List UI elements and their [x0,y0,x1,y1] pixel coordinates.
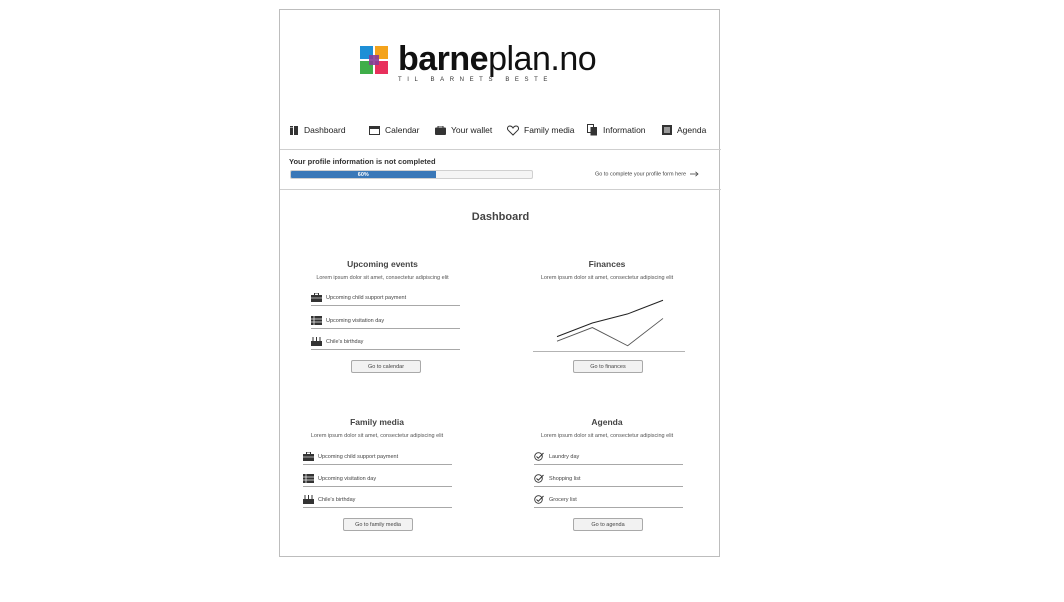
list-item[interactable]: Upcoming visitation day [303,471,452,487]
divider [280,189,721,190]
list-item[interactable]: Shopping list [534,471,683,487]
nav-item-information[interactable]: Information [587,121,646,139]
nav-item-agenda[interactable]: Agenda [662,121,706,139]
agenda-subtitle: Lorem ipsum dolor sit amet, consectetur … [540,433,674,439]
schedule-icon [303,474,314,483]
brand-name-bold: barne [398,40,489,78]
wallet-icon [435,125,446,135]
progress-fill: 60% [291,171,436,178]
list-item-label: Chile's birthday [318,496,356,503]
app-frame: barneplan.no TIL BARNETS BESTE Dashboard… [279,9,721,557]
nav-item-family-media[interactable]: Family media [507,121,575,139]
go-to-finances-button[interactable]: Go to finances [573,360,643,373]
divider [280,149,721,150]
dashboard-icon [290,125,298,135]
nav-label: Information [603,125,646,135]
list-item[interactable]: Upcoming child support payment [303,449,452,465]
list-item-label: Grocery list [549,496,577,503]
go-to-calendar-button[interactable]: Go to calendar [351,360,421,373]
brand-logo[interactable]: barneplan.no TIL BARNETS BESTE [360,40,630,94]
brand-tagline: TIL BARNETS BESTE [398,77,553,83]
main-nav: Dashboard Calendar Your wallet Family me… [280,121,721,139]
arrow-right-icon [689,171,699,177]
logo-mark-icon [360,46,388,74]
schedule-icon [311,316,322,325]
list-item[interactable]: Upcoming child support payment [311,290,460,306]
list-item[interactable]: Laundry day [534,449,683,465]
list-item-label: Shopping list [549,475,581,482]
complete-profile-link[interactable]: Go to complete your profile form here [595,171,699,177]
list-item-label: Chile's birthday [326,338,364,345]
cake-icon [303,495,314,504]
calendar-icon [369,125,380,135]
complete-profile-label: Go to complete your profile form here [595,171,687,178]
go-to-agenda-button[interactable]: Go to agenda [573,518,643,531]
family-media-title: Family media [350,417,404,427]
brand-name: barneplan.no [398,40,597,79]
list-item[interactable]: Grocery list [534,492,683,508]
list-item-label: Upcoming child support payment [326,294,407,301]
brand-name-rest: plan.no [488,40,597,78]
check-circle-icon [534,495,544,504]
list-item-label: Upcoming visitation day [326,317,385,324]
documents-icon [587,124,597,136]
nav-item-calendar[interactable]: Calendar [369,121,420,139]
heart-icon [507,124,519,136]
profile-progress-bar: 60% [290,170,533,179]
nav-label: Calendar [385,125,420,135]
nav-item-wallet[interactable]: Your wallet [435,121,492,139]
profile-warning: Your profile information is not complete… [289,157,436,166]
nav-label: Dashboard [304,125,346,135]
briefcase-icon [311,293,322,302]
list-item-label: Upcoming child support payment [318,453,399,460]
nav-label: Your wallet [451,125,493,135]
list-item[interactable]: Chile's birthday [303,492,452,508]
dashboard-title: Dashboard [471,211,530,223]
nav-item-dashboard[interactable]: Dashboard [290,121,346,139]
go-to-family-media-button[interactable]: Go to family media [343,518,413,531]
nav-label: Agenda [677,125,707,135]
list-item[interactable]: Chile's birthday [311,334,460,350]
finances-title: Finances [588,259,626,269]
upcoming-events-title: Upcoming events [347,259,418,269]
check-circle-icon [534,474,544,483]
list-item-label: Upcoming visitation day [318,475,377,482]
check-circle-icon [534,452,544,461]
list-item-label: Laundry day [549,453,580,460]
list-icon [662,125,672,135]
chart-series-line-2 [556,318,664,347]
briefcase-icon [303,452,314,461]
upcoming-events-subtitle: Lorem ipsum dolor sit amet, consectetur … [316,275,449,281]
finances-line-chart [533,299,685,352]
family-media-subtitle: Lorem ipsum dolor sit amet, consectetur … [310,433,444,439]
list-item[interactable]: Upcoming visitation day [311,313,460,329]
nav-label: Family media [524,125,575,135]
agenda-title: Agenda [591,417,623,427]
finances-subtitle: Lorem ipsum dolor sit amet, consectetur … [540,275,674,281]
cake-icon [311,337,322,346]
